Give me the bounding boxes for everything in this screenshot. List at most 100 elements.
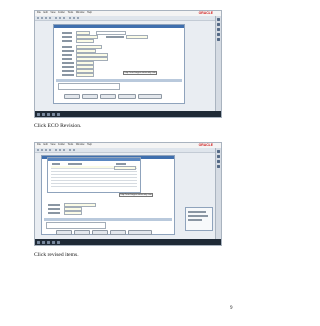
- column-header: [68, 163, 82, 165]
- window-title-bar: [48, 158, 140, 161]
- attachments-area[interactable]: [58, 83, 120, 90]
- table-row[interactable]: [51, 184, 137, 187]
- notification-line: [188, 219, 202, 221]
- revised-items-button[interactable]: [138, 94, 162, 99]
- taskbar-icon[interactable]: [47, 112, 50, 116]
- toolbar-icon[interactable]: [41, 149, 43, 151]
- toolbar-icon[interactable]: [45, 17, 47, 19]
- taskbar-icon[interactable]: [52, 240, 55, 244]
- menu-window[interactable]: Window: [76, 11, 85, 14]
- toolbar-icon[interactable]: [73, 17, 75, 19]
- field-label: [48, 212, 60, 214]
- revision-date-field[interactable]: [114, 166, 136, 170]
- toolbar-icon[interactable]: [49, 17, 51, 19]
- toolbar-icon[interactable]: [49, 149, 51, 151]
- column-header: [116, 163, 126, 165]
- toolbar-icon[interactable]: [59, 149, 61, 151]
- toolbar-icon[interactable]: [55, 17, 57, 19]
- toolbar-icon[interactable]: [37, 149, 39, 151]
- start-icon[interactable]: [37, 240, 40, 244]
- toolbar-icon[interactable]: [41, 17, 43, 19]
- start-icon[interactable]: [37, 112, 40, 116]
- menu-help[interactable]: Help: [87, 143, 92, 146]
- field-label: [62, 62, 74, 64]
- menu-edit[interactable]: Edit: [44, 143, 48, 146]
- side-panel-icon[interactable]: [217, 38, 220, 41]
- field-label: [62, 66, 74, 68]
- taskbar-icon[interactable]: [52, 112, 55, 116]
- eco-revisions-window: [47, 157, 141, 193]
- menu-folder[interactable]: Folder: [58, 11, 65, 14]
- toolbar-icon[interactable]: [45, 149, 47, 151]
- organization-field[interactable]: [126, 35, 148, 39]
- toolbar-icon[interactable]: [69, 17, 71, 19]
- section-header: [56, 79, 182, 82]
- taskbar: [35, 111, 221, 117]
- description-field[interactable]: [96, 31, 126, 35]
- action-button[interactable]: [56, 230, 72, 235]
- section-header: [44, 218, 172, 221]
- date-field[interactable]: [64, 211, 82, 215]
- menu-window[interactable]: Window: [76, 143, 85, 146]
- field-label: [106, 36, 124, 38]
- screenshot-eco-revisions: File Edit View Folder Tools Window Help …: [34, 142, 222, 246]
- notification-line: [188, 215, 208, 217]
- window-title-bar: [54, 25, 184, 28]
- action-button[interactable]: [82, 94, 98, 99]
- status-field[interactable]: [76, 39, 94, 43]
- notification-popup: [185, 207, 213, 231]
- taskbar-icon[interactable]: [57, 112, 60, 116]
- menu-tools[interactable]: Tools: [68, 143, 74, 146]
- menu-edit[interactable]: Edit: [44, 11, 48, 14]
- revised-items-button[interactable]: [128, 230, 152, 235]
- menu-folder[interactable]: Folder: [58, 143, 65, 146]
- action-button[interactable]: [92, 230, 108, 235]
- taskbar-icon[interactable]: [57, 240, 60, 244]
- side-panel-icon[interactable]: [217, 28, 220, 31]
- toolbar-icon[interactable]: [69, 149, 71, 151]
- toolbar-icon[interactable]: [63, 17, 65, 19]
- notification-line: [188, 211, 206, 213]
- field-label: [62, 50, 74, 52]
- request-date-field[interactable]: [76, 73, 94, 77]
- side-panel-icon[interactable]: [217, 18, 220, 21]
- toolbar-icon[interactable]: [73, 149, 75, 151]
- toolbar-icon[interactable]: [37, 17, 39, 19]
- field-label: [62, 58, 72, 60]
- side-panel-icon[interactable]: [217, 160, 220, 163]
- attachments-area[interactable]: [46, 222, 106, 229]
- toolbar-icon[interactable]: [59, 17, 61, 19]
- action-button[interactable]: [64, 94, 80, 99]
- toolbar-icon[interactable]: [55, 149, 57, 151]
- taskbar-icon[interactable]: [47, 240, 50, 244]
- side-panel-icon[interactable]: [217, 155, 220, 158]
- taskbar-icon[interactable]: [42, 240, 45, 244]
- menu-file[interactable]: File: [37, 143, 41, 146]
- menu-view[interactable]: View: [50, 11, 55, 14]
- side-panel-icon[interactable]: [217, 33, 220, 36]
- action-button[interactable]: [74, 230, 90, 235]
- caption-eco-revision: Click ECO Revision.: [34, 123, 82, 129]
- side-panel-icon[interactable]: [217, 23, 220, 26]
- caption-revised-items: Click revised items.: [34, 252, 79, 258]
- menu-view[interactable]: View: [50, 143, 55, 146]
- eco-revision-button[interactable]: [118, 94, 136, 99]
- eco-window: [53, 24, 185, 104]
- column-header: [52, 163, 60, 165]
- menu-file[interactable]: File: [37, 11, 41, 14]
- field-label: [62, 54, 72, 56]
- toolbar-icon[interactable]: [63, 149, 65, 151]
- taskbar-icon[interactable]: [42, 112, 45, 116]
- toolbar: [35, 148, 221, 153]
- menu-tools[interactable]: Tools: [68, 11, 74, 14]
- action-button[interactable]: [100, 94, 116, 99]
- url-tooltip: http://oracleappscommunity.com: [119, 193, 154, 197]
- menu-help[interactable]: Help: [87, 11, 92, 14]
- side-panel-icon[interactable]: [217, 150, 220, 153]
- side-panel-icon[interactable]: [217, 165, 220, 168]
- toolbar-icon[interactable]: [77, 17, 79, 19]
- action-button[interactable]: [110, 230, 126, 235]
- document-page: File Edit View Folder Tools Window Help …: [0, 0, 252, 326]
- field-label: [62, 36, 72, 38]
- oracle-logo: ORACLE: [198, 143, 213, 147]
